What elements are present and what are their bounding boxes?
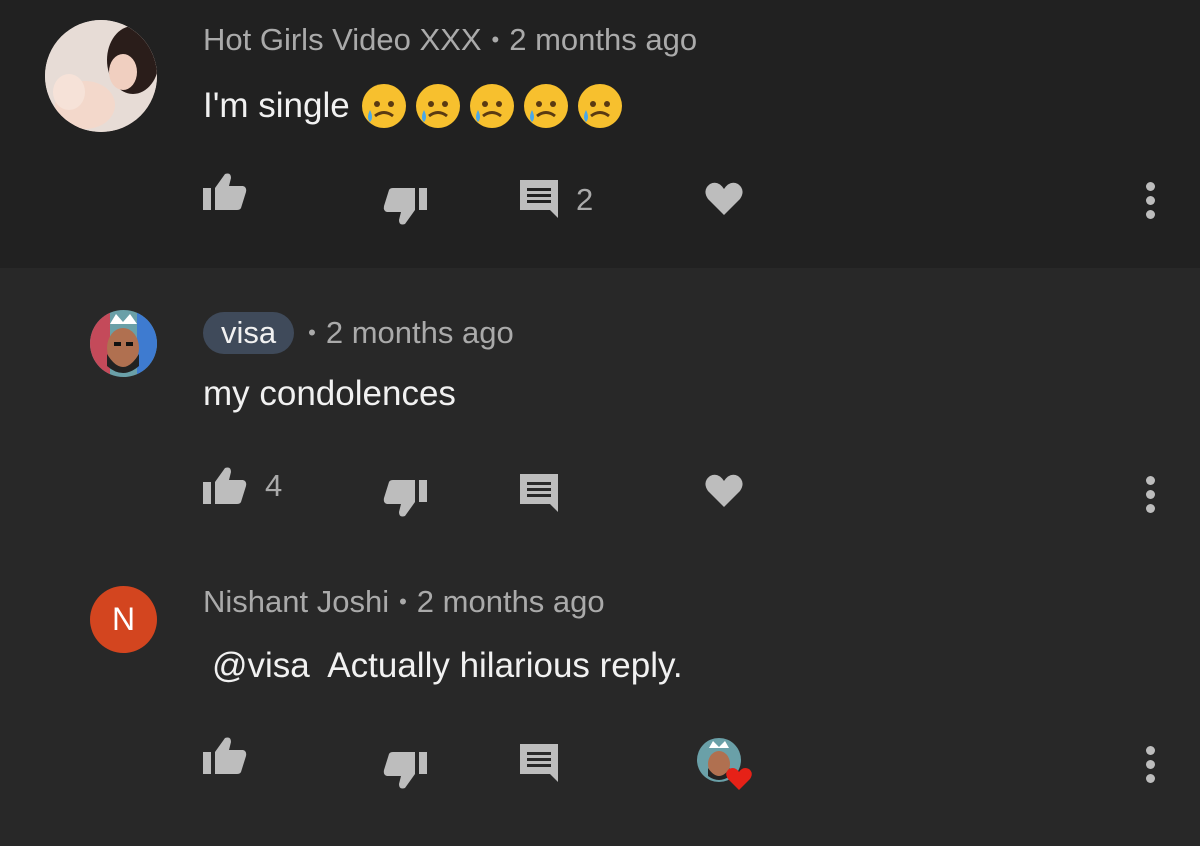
like-button[interactable] bbox=[203, 172, 247, 212]
dislike-button[interactable] bbox=[383, 750, 427, 790]
creator-hearted-avatar-icon bbox=[697, 738, 752, 790]
comment-meta: visa • 2 months ago bbox=[203, 312, 514, 354]
reply-icon bbox=[520, 474, 558, 512]
comment-reply: N Nishant Joshi • 2 months ago @visa Act… bbox=[0, 546, 1200, 846]
comment-text-content: I'm single bbox=[203, 86, 350, 125]
timestamp[interactable]: 2 months ago bbox=[326, 315, 514, 351]
author-name[interactable]: Nishant Joshi bbox=[203, 584, 389, 620]
more-options-button[interactable] bbox=[1143, 746, 1157, 788]
timestamp[interactable]: 2 months ago bbox=[417, 584, 605, 620]
avatar[interactable] bbox=[90, 310, 157, 377]
separator-dot: • bbox=[399, 589, 407, 614]
separator-dot: • bbox=[308, 320, 316, 345]
heart-button[interactable] bbox=[705, 182, 743, 216]
heart-icon bbox=[705, 474, 743, 507]
more-options-button[interactable] bbox=[1143, 182, 1157, 224]
reply-count: 2 bbox=[576, 182, 594, 217]
creator-heart-badge[interactable] bbox=[697, 738, 755, 792]
separator-dot: • bbox=[491, 27, 500, 52]
reply-button[interactable] bbox=[520, 744, 558, 784]
heart-button[interactable] bbox=[705, 474, 743, 508]
emoji-row bbox=[360, 82, 630, 130]
comment-text: my condolences bbox=[203, 374, 456, 413]
heart-icon bbox=[705, 182, 743, 215]
like-count: 4 bbox=[265, 468, 283, 503]
like-button[interactable] bbox=[203, 736, 247, 776]
comment-text: @visa Actually hilarious reply. bbox=[212, 646, 683, 686]
avatar-letter: N bbox=[111, 601, 136, 637]
reply-icon bbox=[520, 180, 558, 218]
dislike-button[interactable] bbox=[383, 478, 427, 518]
comment-meta: Hot Girls Video XXX • 2 months ago bbox=[203, 22, 697, 58]
more-options-button[interactable] bbox=[1143, 476, 1157, 518]
thumb-down-icon bbox=[383, 480, 427, 517]
comment-text: I'm single bbox=[203, 82, 630, 130]
thumb-down-icon bbox=[383, 752, 427, 789]
comment-thread-top: Hot Girls Video XXX • 2 months ago I'm s… bbox=[0, 0, 1200, 268]
comment-reply: visa • 2 months ago my condolences 4 bbox=[0, 268, 1200, 546]
more-vert-icon bbox=[1145, 476, 1155, 485]
comment-text-content: @visa Actually hilarious reply. bbox=[212, 646, 683, 685]
author-name[interactable]: Hot Girls Video XXX bbox=[203, 22, 482, 58]
reply-icon bbox=[520, 744, 558, 782]
sad-relieved-emoji-icon bbox=[523, 84, 568, 128]
thumb-up-icon bbox=[203, 173, 247, 210]
more-vert-icon bbox=[1145, 182, 1155, 191]
sad-relieved-emoji-icon bbox=[577, 84, 622, 128]
reply-button[interactable]: 2 bbox=[520, 180, 593, 220]
reply-button[interactable] bbox=[520, 474, 558, 514]
sad-relieved-emoji-icon bbox=[415, 84, 460, 128]
sad-relieved-emoji-icon bbox=[469, 84, 514, 128]
avatar[interactable] bbox=[45, 20, 157, 132]
thumb-up-icon bbox=[203, 467, 247, 504]
comment-meta: Nishant Joshi • 2 months ago bbox=[203, 584, 605, 620]
like-button[interactable]: 4 bbox=[203, 466, 282, 506]
dislike-button[interactable] bbox=[383, 186, 427, 226]
thumb-down-icon bbox=[383, 188, 427, 225]
creator-author-chip[interactable]: visa bbox=[203, 312, 295, 354]
timestamp[interactable]: 2 months ago bbox=[509, 22, 697, 58]
more-vert-icon bbox=[1145, 746, 1155, 755]
sad-relieved-emoji-icon bbox=[361, 84, 406, 128]
thumb-up-icon bbox=[203, 737, 247, 774]
avatar[interactable]: N bbox=[90, 586, 157, 653]
